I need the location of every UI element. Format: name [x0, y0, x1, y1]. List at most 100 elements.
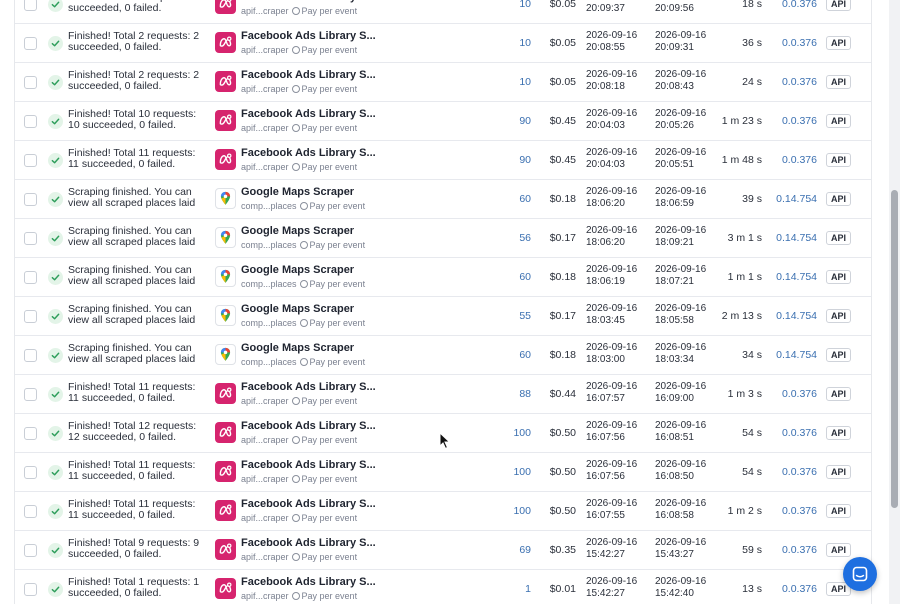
- api-button[interactable]: API: [826, 36, 852, 50]
- api-button[interactable]: API: [826, 75, 852, 89]
- run-row[interactable]: Scraping finished. You can view all scra…: [15, 297, 871, 336]
- row-checkbox[interactable]: [24, 505, 37, 518]
- build-version-link[interactable]: 0.14.754: [767, 193, 817, 205]
- run-row[interactable]: Finished! Total 2 requests: 2 succeeded,…: [15, 24, 871, 63]
- run-row[interactable]: Finished! Total 10 requests: 10 succeede…: [15, 102, 871, 141]
- actor-name-link[interactable]: Facebook Ads Library S...: [241, 0, 376, 3]
- row-checkbox[interactable]: [24, 310, 37, 323]
- row-checkbox[interactable]: [24, 544, 37, 557]
- build-version-link[interactable]: 0.0.376: [767, 115, 817, 127]
- build-version-link[interactable]: 0.0.376: [767, 505, 817, 517]
- actor-name-link[interactable]: Google Maps Scraper: [241, 225, 354, 237]
- run-row[interactable]: Finished! Total 11 requests: 11 succeede…: [15, 453, 871, 492]
- run-row[interactable]: Finished! Total 11 requests: 11 succeede…: [15, 375, 871, 414]
- build-version-link[interactable]: 0.0.376: [767, 583, 817, 595]
- build-version-link[interactable]: 0.14.754: [767, 271, 817, 283]
- build-version-link[interactable]: 0.0.376: [767, 154, 817, 166]
- api-button[interactable]: API: [826, 504, 852, 518]
- results-count-link[interactable]: 10: [485, 37, 531, 49]
- build-version-link[interactable]: 0.0.376: [767, 466, 817, 478]
- actor-name-link[interactable]: Facebook Ads Library S...: [241, 69, 376, 81]
- results-count-link[interactable]: 100: [485, 427, 531, 439]
- api-button[interactable]: API: [826, 0, 852, 11]
- actor-name-link[interactable]: Facebook Ads Library S...: [241, 381, 376, 393]
- build-version-link[interactable]: 0.0.376: [767, 388, 817, 400]
- row-checkbox[interactable]: [24, 76, 37, 89]
- api-button[interactable]: API: [826, 309, 852, 323]
- run-row[interactable]: Scraping finished. You can view all scra…: [15, 180, 871, 219]
- row-checkbox[interactable]: [24, 349, 37, 362]
- api-button[interactable]: API: [826, 387, 852, 401]
- api-button[interactable]: API: [826, 426, 852, 440]
- results-count-link[interactable]: 60: [485, 193, 531, 205]
- api-button[interactable]: API: [826, 114, 852, 128]
- row-checkbox[interactable]: [24, 232, 37, 245]
- started-date: 2026-09-16: [586, 303, 638, 314]
- actor-name-link[interactable]: Facebook Ads Library S...: [241, 498, 376, 510]
- run-row[interactable]: Finished! Total 1 requests: 1 succeeded,…: [15, 570, 871, 604]
- results-count-link[interactable]: 90: [485, 115, 531, 127]
- api-button[interactable]: API: [826, 231, 852, 245]
- run-row[interactable]: Finished! Total 2 requests: 2 succeeded,…: [15, 0, 871, 24]
- results-count-link[interactable]: 100: [485, 466, 531, 478]
- results-count-link[interactable]: 56: [485, 232, 531, 244]
- build-version-link[interactable]: 0.0.376: [767, 76, 817, 88]
- build-version-link[interactable]: 0.0.376: [767, 37, 817, 49]
- build-version-link[interactable]: 0.14.754: [767, 232, 817, 244]
- run-row[interactable]: Finished! Total 11 requests: 11 succeede…: [15, 141, 871, 180]
- api-button[interactable]: API: [826, 465, 852, 479]
- results-count-link[interactable]: 88: [485, 388, 531, 400]
- actor-name-link[interactable]: Facebook Ads Library S...: [241, 537, 376, 549]
- run-row[interactable]: Scraping finished. You can view all scra…: [15, 219, 871, 258]
- actor-name-link[interactable]: Facebook Ads Library S...: [241, 459, 376, 471]
- actor-name-link[interactable]: Facebook Ads Library S...: [241, 30, 376, 42]
- facebook-ads-icon: [219, 114, 232, 125]
- results-count-link[interactable]: 60: [485, 271, 531, 283]
- api-button[interactable]: API: [826, 270, 852, 284]
- row-checkbox[interactable]: [24, 388, 37, 401]
- build-version-link[interactable]: 0.0.376: [767, 427, 817, 439]
- actor-name-link[interactable]: Google Maps Scraper: [241, 186, 354, 198]
- status-succeeded-badge: [48, 387, 63, 402]
- results-count-link[interactable]: 69: [485, 544, 531, 556]
- actor-name-link[interactable]: Google Maps Scraper: [241, 342, 354, 354]
- row-checkbox[interactable]: [24, 37, 37, 50]
- build-version-link[interactable]: 0.14.754: [767, 349, 817, 361]
- run-row[interactable]: Finished! Total 11 requests: 11 succeede…: [15, 492, 871, 531]
- actor-name-link[interactable]: Facebook Ads Library S...: [241, 576, 376, 588]
- run-row[interactable]: Finished! Total 2 requests: 2 succeeded,…: [15, 63, 871, 102]
- results-count-link[interactable]: 55: [485, 310, 531, 322]
- row-checkbox[interactable]: [24, 115, 37, 128]
- api-button[interactable]: API: [826, 348, 852, 362]
- build-version-link[interactable]: 0.14.754: [767, 310, 817, 322]
- actor-name-link[interactable]: Facebook Ads Library S...: [241, 420, 376, 432]
- actor-name-link[interactable]: Google Maps Scraper: [241, 264, 354, 276]
- results-count-link[interactable]: 1: [485, 583, 531, 595]
- results-count-link[interactable]: 100: [485, 505, 531, 517]
- api-button[interactable]: API: [826, 192, 852, 206]
- api-button[interactable]: API: [826, 543, 852, 557]
- run-row[interactable]: Scraping finished. You can view all scra…: [15, 258, 871, 297]
- run-row[interactable]: Finished! Total 9 requests: 9 succeeded,…: [15, 531, 871, 570]
- row-checkbox[interactable]: [24, 193, 37, 206]
- row-checkbox[interactable]: [24, 271, 37, 284]
- row-checkbox[interactable]: [24, 154, 37, 167]
- started-time: 16:07:56: [586, 471, 625, 482]
- row-checkbox[interactable]: [24, 583, 37, 596]
- row-checkbox[interactable]: [24, 0, 37, 11]
- results-count-link[interactable]: 90: [485, 154, 531, 166]
- actor-name-link[interactable]: Google Maps Scraper: [241, 303, 354, 315]
- run-row[interactable]: Scraping finished. You can view all scra…: [15, 336, 871, 375]
- actor-name-link[interactable]: Facebook Ads Library S...: [241, 108, 376, 120]
- chat-button[interactable]: [843, 557, 877, 591]
- api-button[interactable]: API: [826, 153, 852, 167]
- results-count-link[interactable]: 60: [485, 349, 531, 361]
- results-count-link[interactable]: 10: [485, 0, 531, 10]
- results-count-link[interactable]: 10: [485, 76, 531, 88]
- actor-name-link[interactable]: Facebook Ads Library S...: [241, 147, 376, 159]
- build-version-link[interactable]: 0.0.376: [767, 544, 817, 556]
- row-checkbox[interactable]: [24, 427, 37, 440]
- build-version-link[interactable]: 0.0.376: [767, 0, 817, 10]
- scrollbar-thumb[interactable]: [891, 190, 898, 508]
- row-checkbox[interactable]: [24, 466, 37, 479]
